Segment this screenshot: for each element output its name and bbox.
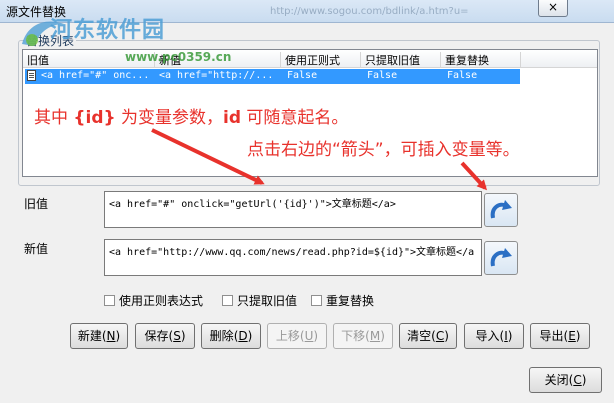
annotation-arrow-note: 点击右边的“箭头”，可插入变量等。 [247, 140, 520, 160]
delete-button[interactable]: 删除(D) [201, 323, 261, 349]
clear-button-key: C [435, 329, 445, 343]
column-header-repeat[interactable]: 重复替换 [441, 52, 521, 67]
new-insert-variable-button[interactable] [484, 241, 518, 275]
watermark-site: www.pc0359.cn [125, 50, 232, 64]
clear-button-label: 清空 [407, 329, 432, 343]
import-button-label: 导入 [475, 329, 500, 343]
new-button[interactable]: 新建(N) [70, 323, 128, 349]
watermark-title: 河东软件园 [50, 17, 166, 43]
extract-old-checkbox[interactable] [222, 295, 233, 306]
column-header-regex[interactable]: 使用正则式 [281, 52, 361, 67]
export-button[interactable]: 导出(E) [530, 323, 590, 349]
export-button-key: E [568, 329, 576, 343]
close-button[interactable]: 关闭(C) [529, 367, 602, 393]
curved-arrow-icon [490, 200, 512, 219]
close-button-key: C [573, 373, 582, 387]
row-old-value: <a href="#" onc... [41, 70, 150, 81]
annotation-line1-mid: 为变量参数， [115, 108, 224, 128]
save-button-label: 保存 [144, 329, 169, 343]
background-url-text: http://www.sogou.com/bdlink/a.htm?u= [270, 6, 469, 17]
save-button-key: S [173, 329, 181, 343]
extract-old-option[interactable]: 只提取旧值 [222, 292, 297, 309]
column-header-extract[interactable]: 只提取旧值 [361, 52, 441, 67]
regex-option[interactable]: 使用正则表达式 [104, 292, 203, 309]
clear-button[interactable]: 清空(C) [399, 323, 457, 349]
annotation-line1-post: 可随意起名。 [241, 108, 349, 128]
new-button-key: N [106, 329, 116, 343]
delete-button-label: 删除 [209, 329, 234, 343]
import-button[interactable]: 导入(I) [464, 323, 524, 349]
repeat-option[interactable]: 重复替换 [311, 292, 374, 309]
regex-checkbox[interactable] [104, 295, 115, 306]
old-insert-variable-button[interactable] [484, 193, 518, 227]
annotation-variable-note: 其中 {id} 为变量参数，id 可随意起名。 [34, 103, 348, 128]
new-value-label: 新值 [24, 242, 49, 256]
move-up-button-label: 上移 [275, 329, 300, 343]
new-button-label: 新建 [77, 329, 102, 343]
row-extract-value: False [367, 70, 398, 81]
move-down-button-key: M [369, 329, 381, 343]
window-close-button[interactable]: × [538, 0, 568, 17]
move-down-button[interactable]: 下移(M) [333, 323, 393, 349]
regex-option-label: 使用正则表达式 [119, 294, 204, 308]
old-value-label: 旧值 [24, 197, 49, 211]
curved-arrow-icon [490, 248, 512, 267]
import-button-key: I [504, 329, 508, 343]
row-regex-value: False [287, 70, 318, 81]
new-value-input[interactable]: <a href="http://www.qq.com/news/read.php… [104, 239, 482, 276]
save-button[interactable]: 保存(S) [135, 323, 195, 349]
repeat-checkbox[interactable] [311, 295, 322, 306]
move-down-button-label: 下移 [341, 329, 366, 343]
delete-button-key: D [238, 329, 248, 343]
row-repeat-value: False [447, 70, 478, 81]
repeat-option-label: 重复替换 [326, 294, 375, 308]
move-up-button[interactable]: 上移(U) [267, 323, 327, 349]
annotation-line1-pre: 其中 [34, 108, 74, 128]
row-document-icon [27, 70, 36, 81]
list-header: 旧值 新值 使用正则式 只提取旧值 重复替换 [23, 50, 597, 68]
extract-old-option-label: 只提取旧值 [237, 294, 298, 308]
annotation-line1-token: {id} [73, 108, 116, 128]
move-up-button-key: U [304, 329, 314, 343]
export-button-label: 导出 [539, 329, 564, 343]
old-value-input[interactable]: <a href="#" onclick="getUrl('{id}')">文章标… [104, 191, 482, 228]
row-new-value: <a href="http://... [159, 70, 274, 81]
table-row[interactable]: <a href="#" onc... <a href="http://... F… [25, 69, 520, 84]
annotation-line1-key: id [223, 108, 242, 128]
close-button-label: 关闭 [544, 373, 569, 387]
